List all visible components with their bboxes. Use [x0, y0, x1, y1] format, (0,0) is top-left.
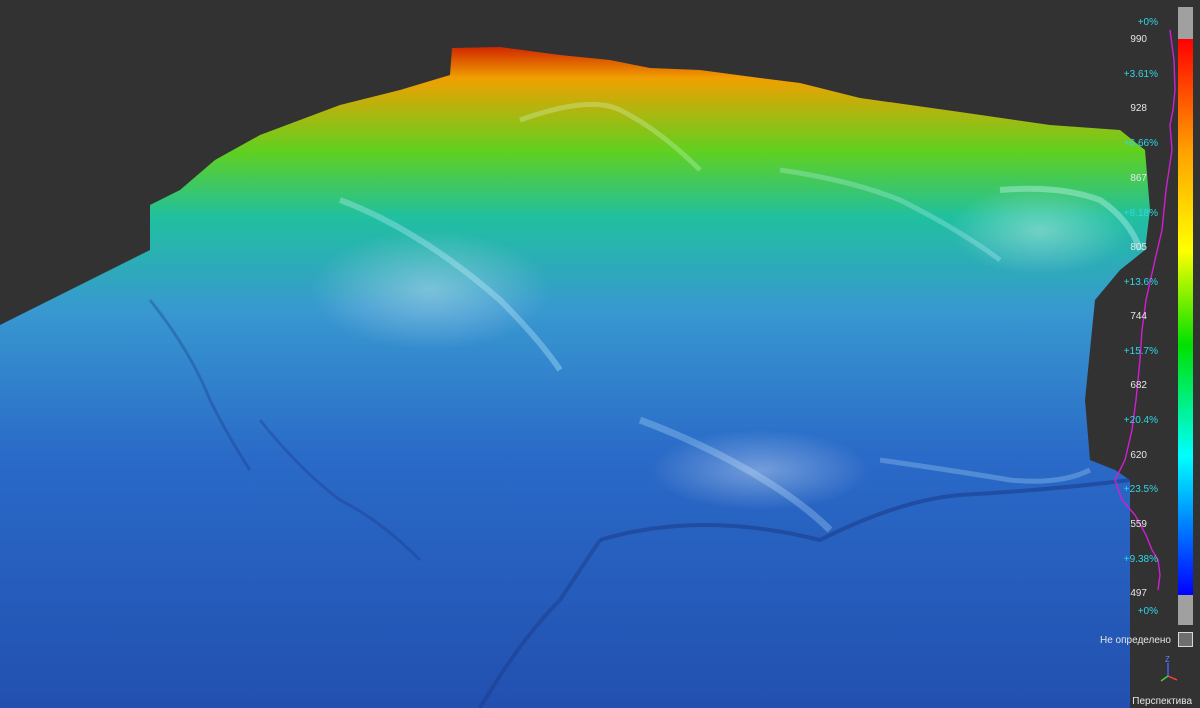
axis-gizmo-icon: Z	[1160, 655, 1178, 682]
projection-mode-label: Перспектива	[1132, 696, 1192, 707]
elevation-label: 867	[1130, 173, 1147, 184]
percent-label: +15.7%	[1123, 346, 1158, 357]
terrain-surface	[0, 47, 1150, 708]
undefined-values-label: Не определено	[1100, 635, 1171, 646]
elevation-label: 990	[1130, 34, 1147, 45]
axis-z-label: Z	[1165, 655, 1170, 664]
percent-label: +0%	[1137, 17, 1158, 28]
percent-label: +6.66%	[1123, 138, 1158, 149]
elevation-label: 620	[1130, 450, 1147, 461]
elevation-label: 682	[1130, 380, 1147, 391]
elevation-label: 744	[1130, 311, 1147, 322]
elevation-label: 805	[1130, 242, 1147, 253]
color-ramp	[1178, 39, 1193, 595]
color-scale-bar	[1178, 7, 1193, 625]
undefined-color-swatch	[1178, 632, 1193, 647]
scale-clip-bottom	[1178, 595, 1193, 625]
percent-label: +0%	[1137, 606, 1158, 617]
percent-label: +8.18%	[1123, 208, 1158, 219]
percent-label: +3.61%	[1123, 69, 1158, 80]
percent-label: +9.38%	[1123, 554, 1158, 565]
percent-label: +23.5%	[1123, 484, 1158, 495]
elevation-label: 928	[1130, 103, 1147, 114]
scale-clip-top	[1178, 7, 1193, 39]
terrain-model[interactable]	[0, 0, 1200, 708]
hill-shading	[310, 230, 550, 350]
elevation-label: 559	[1130, 519, 1147, 530]
elevation-label: 497	[1130, 588, 1147, 599]
percent-label: +20.4%	[1123, 415, 1158, 426]
hill-shading	[650, 430, 870, 510]
percent-label: +13.6%	[1123, 277, 1158, 288]
3d-viewport[interactable]	[0, 0, 1200, 708]
